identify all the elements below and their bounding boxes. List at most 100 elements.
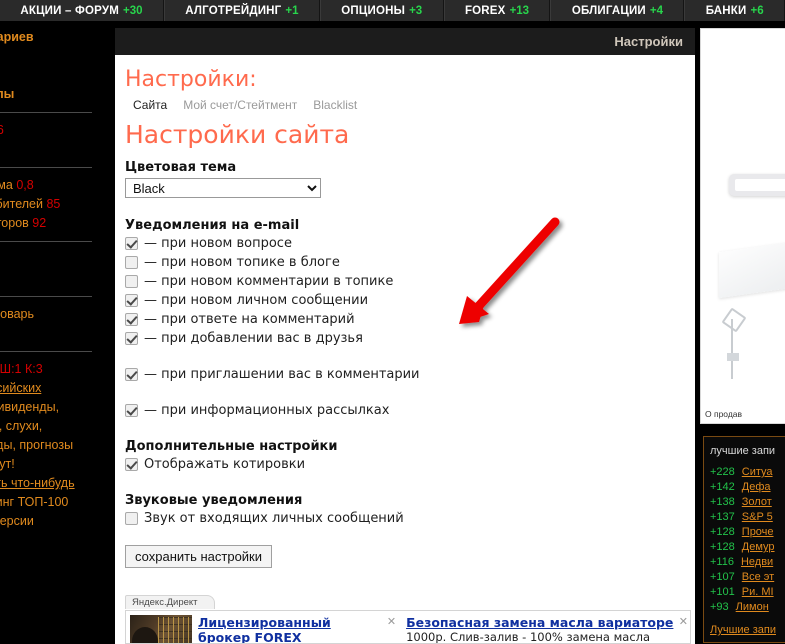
sound-option-label: Звук от входящих личных сообщений <box>144 511 404 526</box>
sidebar-text-line[interactable]: итать что-нибудь <box>0 474 115 493</box>
nav-item-5[interactable]: ОБЛИГАЦИИ +4 <box>550 0 685 21</box>
best-post-row[interactable]: +93 Лимон <box>710 600 785 615</box>
sidebar-line-text: требителей <box>0 197 43 211</box>
nav-item-count-badge: +4 <box>649 4 664 17</box>
ad-text: Безопасная замена масла вариаторе 1000р.… <box>406 615 673 643</box>
sidebar-divider <box>0 167 92 168</box>
sidebar-divider <box>0 351 92 352</box>
best-post-link[interactable]: S&P 5 <box>742 510 773 525</box>
best-post-row[interactable]: +128 Демур <box>710 540 785 555</box>
sidebar-line-text: мизма <box>0 178 13 192</box>
tab-2[interactable]: Мой счет/Стейтмент <box>183 98 297 112</box>
best-post-link[interactable]: Дефа <box>742 480 771 495</box>
sidebar-line-text: весторов <box>0 216 29 230</box>
email-option-checkbox[interactable] <box>125 313 138 326</box>
sidebar-text-line: :0 ОШ:1 К:3 <box>0 360 115 379</box>
nav-item-count-badge: +1 <box>285 4 299 17</box>
content-header-bar: Настройки <box>115 28 695 55</box>
color-theme-select[interactable]: BlackWhiteBlue <box>125 178 321 198</box>
best-post-row[interactable]: +116 Недви <box>710 555 785 570</box>
best-post-link[interactable]: Все эт <box>742 570 774 585</box>
close-icon[interactable]: ✕ <box>387 615 396 628</box>
sidebar-line-value: 0,8 <box>12 178 34 192</box>
sound-option-checkbox[interactable] <box>125 512 138 525</box>
best-post-link[interactable]: Проче <box>742 525 774 540</box>
page-root: АКЦИИ – ФОРУМ +30 АЛГОТРЕЙДИНГ +1 ОПЦИОНЫ +3 F… <box>0 0 785 644</box>
email-option-row[interactable]: — при новом личном сообщении <box>125 292 695 309</box>
ad-title-line1[interactable]: Безопасная замена масла вариаторе <box>406 615 673 630</box>
sidebar-text-line: оны, слухи, <box>0 417 115 436</box>
extra-settings-heading: Дополнительные настройки <box>125 439 338 454</box>
close-icon[interactable]: ✕ <box>679 615 688 628</box>
sidebar-text-line: сайды, прогнозы <box>0 436 115 455</box>
nav-item-4[interactable]: FOREX +13 <box>443 0 551 21</box>
best-post-link[interactable]: Золот <box>742 495 772 510</box>
ad-item[interactable]: Безопасная замена масла вариаторе 1000р.… <box>406 615 690 643</box>
theme-label: Цветовая тема <box>125 160 237 175</box>
sidebar-line-text: ентариев <box>0 30 34 44</box>
email-option-row[interactable]: — при приглашении вас в комментарии <box>125 366 695 383</box>
ad-title-line1[interactable]: Лицензированный <box>198 615 331 630</box>
nav-item-6[interactable]: БАНКИ +6 <box>684 0 785 21</box>
nav-item-label: ОПЦИОНЫ <box>341 4 406 17</box>
sidebar-line-text: й словарь <box>0 307 35 321</box>
email-option-checkbox[interactable] <box>125 332 138 345</box>
tab-3[interactable]: Blacklist <box>313 98 357 112</box>
right-sidebar: О продав лучшие запи +228 Ситуа +142 Дефа +1… <box>695 28 785 644</box>
sidebar-text-line: л, дивиденды, <box>0 398 115 417</box>
save-settings-button[interactable]: сохранить настройки <box>125 545 273 568</box>
best-posts-footer-link[interactable]: Лучшие запи <box>710 624 785 636</box>
ad-thumbnail <box>130 615 192 643</box>
page-title: Настройки: <box>125 67 257 92</box>
sound-option-row[interactable]: Звук от входящих личных сообщений <box>125 510 695 527</box>
tab-1[interactable]: Сайта <box>133 98 167 112</box>
best-post-row[interactable]: +101 Ри. МI <box>710 585 785 600</box>
nav-item-3[interactable]: ОПЦИОНЫ +3 <box>319 0 444 21</box>
content-header-title: Настройки <box>614 34 683 49</box>
best-post-row[interactable]: +138 Золот <box>710 495 785 510</box>
left-sidebar: ентариевмацийгналы16560мизма 0,8требител… <box>0 28 115 644</box>
email-option-row[interactable]: — при информационных рассылках <box>125 402 695 419</box>
best-post-row[interactable]: +137 S&P 5 <box>710 510 785 525</box>
email-option-checkbox[interactable] <box>125 275 138 288</box>
best-post-link[interactable]: Недви <box>741 555 773 570</box>
nav-item-2[interactable]: АЛГОТРЕЙДИНГ +1 <box>163 0 320 21</box>
email-option-checkbox[interactable] <box>125 294 138 307</box>
ad-graphic-panel <box>719 241 785 299</box>
sidebar-line-text: итать что-нибудь <box>0 476 75 490</box>
right-banner-ad[interactable]: О продав <box>700 28 785 424</box>
sidebar-text-line: ций <box>0 66 115 85</box>
best-post-score: +137 <box>710 511 735 523</box>
email-option-row[interactable]: — при новом комментарии в топике <box>125 273 695 290</box>
email-option-checkbox[interactable] <box>125 404 138 417</box>
best-post-link[interactable]: Ситуа <box>742 465 773 480</box>
nav-item-1[interactable]: АКЦИИ – ФОРУМ +30 <box>0 0 164 21</box>
sidebar-text-line: ёе тут! <box>0 455 115 474</box>
sidebar-text-line: ьи <box>0 324 115 343</box>
extra-option-row[interactable]: Отображать котировки <box>125 456 695 473</box>
sidebar-text-line[interactable]: российских <box>0 379 115 398</box>
best-post-link[interactable]: Лимон <box>736 600 769 615</box>
best-post-row[interactable]: +107 Все эт <box>710 570 785 585</box>
sidebar-text-line: по версии <box>0 512 115 531</box>
best-post-row[interactable]: +128 Проче <box>710 525 785 540</box>
email-option-row[interactable]: — при новом топике в блоге <box>125 254 695 271</box>
email-option-row[interactable]: — при добавлении вас в друзья <box>125 330 695 347</box>
ad-item[interactable]: Лицензированный брокер FOREX ✕ <box>130 615 398 643</box>
extra-option-checkbox[interactable] <box>125 458 138 471</box>
best-post-row[interactable]: +142 Дефа <box>710 480 785 495</box>
email-option-row[interactable]: — при ответе на комментарий <box>125 311 695 328</box>
best-post-link[interactable]: Ри. МI <box>742 585 774 600</box>
email-option-row[interactable]: — при новом вопросе <box>125 235 695 252</box>
sidebar-line-text: сайды, прогнозы <box>0 438 74 452</box>
settings-content: Настройки: Сайта Мой счет/Стейтмент Blackl… <box>115 55 695 644</box>
email-option-checkbox[interactable] <box>125 237 138 250</box>
extra-option-label: Отображать котировки <box>144 457 306 472</box>
best-post-link[interactable]: Демур <box>742 540 775 555</box>
email-option-checkbox[interactable] <box>125 256 138 269</box>
best-post-score: +138 <box>710 496 735 508</box>
sidebar-text-line: ейтинг ТОП-100 <box>0 493 115 512</box>
email-option-checkbox[interactable] <box>125 368 138 381</box>
best-post-row[interactable]: +228 Ситуа <box>710 465 785 480</box>
ad-title-line2[interactable]: брокер FOREX <box>198 630 331 643</box>
